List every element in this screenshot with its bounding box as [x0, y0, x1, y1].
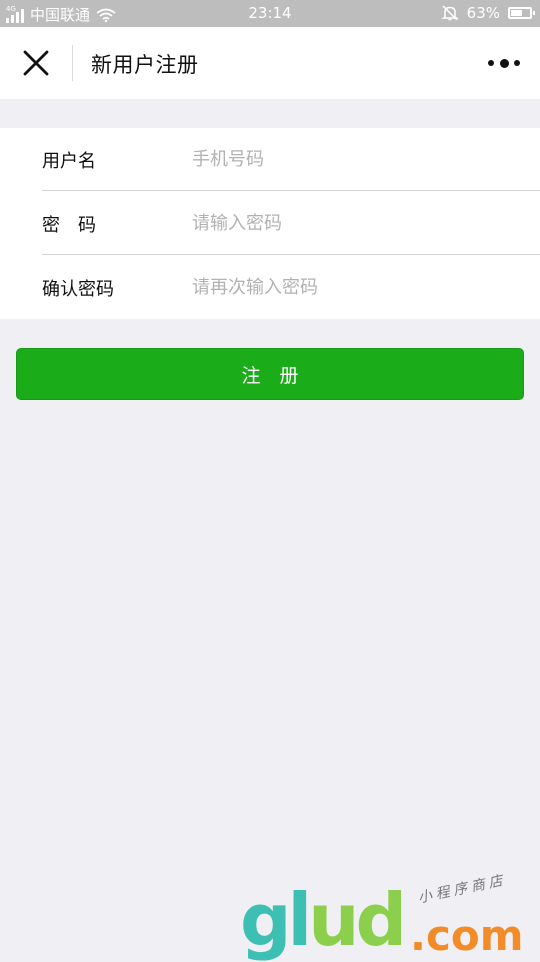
- more-icon[interactable]: [488, 53, 520, 73]
- username-input[interactable]: [192, 149, 492, 170]
- watermark-letter-l: l: [287, 878, 313, 962]
- username-row: 用户名: [42, 128, 540, 191]
- watermark-domain: .com: [410, 911, 524, 960]
- confirm-password-input[interactable]: [192, 277, 492, 298]
- password-row: 密 码: [42, 192, 540, 255]
- password-label: 密 码: [42, 214, 96, 236]
- confirm-password-row: 确认密码: [42, 256, 540, 319]
- username-label: 用户名: [42, 150, 96, 172]
- watermark-letter-u: u: [308, 878, 359, 962]
- watermark-letter-g: g: [240, 878, 292, 962]
- watermark-logo-text: glud: [240, 878, 408, 962]
- status-bar: 4G 中国联通 23:14 63%: [0, 0, 540, 27]
- watermark-letter-d: d: [355, 878, 408, 962]
- battery-fill: [511, 10, 522, 16]
- page-title: 新用户注册: [91, 53, 199, 77]
- registration-form: 用户名 密 码 确认密码: [0, 128, 540, 319]
- password-input[interactable]: [192, 213, 492, 234]
- nav-divider: [72, 45, 73, 81]
- confirm-password-label: 确认密码: [42, 278, 114, 300]
- close-icon[interactable]: [18, 45, 54, 81]
- battery-percent: 63%: [466, 4, 500, 22]
- status-right: 63%: [440, 4, 535, 22]
- battery-icon: [508, 7, 535, 19]
- watermark-slogan: 小程序商店: [416, 872, 508, 907]
- watermark-logo: glud .com 小程序商店: [240, 872, 540, 962]
- register-button[interactable]: 注 册: [16, 348, 524, 400]
- mute-bell-icon: [440, 5, 459, 21]
- nav-bar: 新用户注册: [0, 27, 540, 99]
